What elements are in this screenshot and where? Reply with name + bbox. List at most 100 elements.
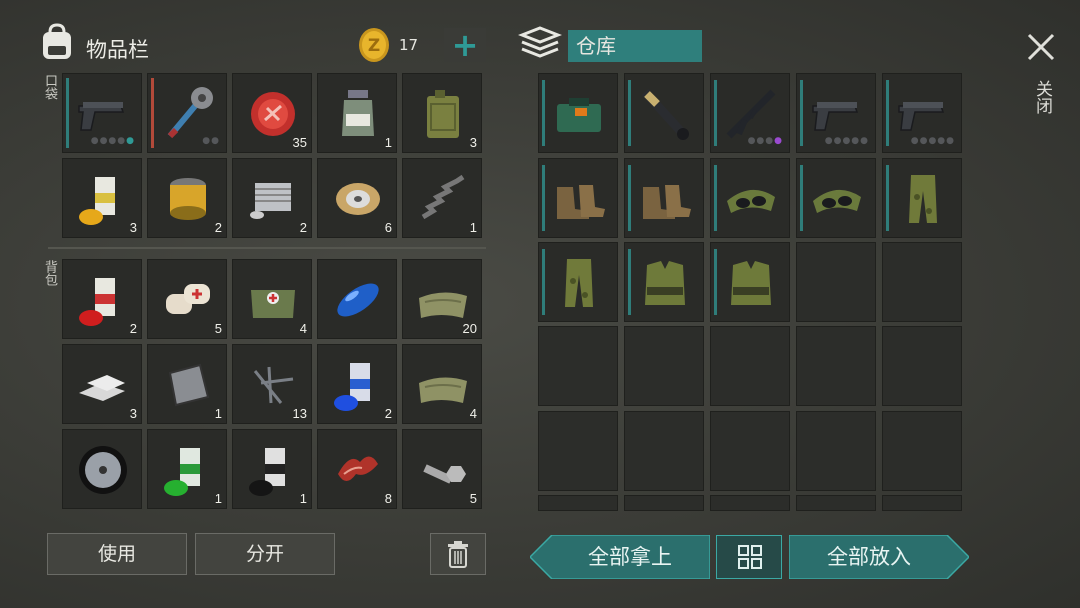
slot-assault-rifle[interactable]: ●●●● xyxy=(710,73,790,153)
item-count: 3 xyxy=(129,406,137,421)
slot-spray-paint-red[interactable]: 2 xyxy=(62,259,142,339)
item-count: 3 xyxy=(129,220,137,235)
slot-pistol[interactable]: ●●●●● xyxy=(796,73,876,153)
slot-raw-meat[interactable]: 8 xyxy=(317,429,397,509)
storage-icon xyxy=(517,24,563,64)
slot-empty[interactable] xyxy=(882,326,962,406)
item-count: 1 xyxy=(299,491,307,506)
slot-empty[interactable] xyxy=(538,326,618,406)
slot-camo-vest[interactable] xyxy=(710,242,790,322)
slot-camo-pants[interactable] xyxy=(882,158,962,238)
slot-boots[interactable] xyxy=(624,158,704,238)
sort-button[interactable] xyxy=(716,535,782,579)
slot-medical-bag[interactable]: 4 xyxy=(232,259,312,339)
slot-explosive-case[interactable] xyxy=(538,73,618,153)
durability-bar xyxy=(628,80,631,146)
trash-button[interactable] xyxy=(430,533,486,575)
backpack-icon xyxy=(38,22,76,62)
slot-wire-spool[interactable]: 6 xyxy=(317,158,397,238)
slot-glass-jar[interactable]: 1 xyxy=(317,73,397,153)
item-count: 2 xyxy=(214,220,222,235)
slot-camo-cap-goggles[interactable] xyxy=(710,158,790,238)
slot-wheel[interactable] xyxy=(62,429,142,509)
slot-spray-paint-black[interactable]: 1 xyxy=(232,429,312,509)
slot-bottle-cap[interactable]: 35 xyxy=(232,73,312,153)
pocket-label: 口袋 xyxy=(42,74,57,100)
item-count: 5 xyxy=(214,321,222,336)
slot-empty[interactable] xyxy=(796,326,876,406)
durability-bar xyxy=(151,78,154,148)
slot-pistol[interactable]: ●●●●● xyxy=(62,73,142,153)
backpack-label: 背包 xyxy=(42,260,57,286)
durability-bar xyxy=(714,80,717,146)
spray-paint-red-icon xyxy=(79,278,115,326)
slot-pistol[interactable]: ●●●●● xyxy=(882,73,962,153)
slot-empty[interactable] xyxy=(538,411,618,491)
slot-bandage[interactable]: 5 xyxy=(147,259,227,339)
durability-bar xyxy=(886,165,889,231)
boots-icon xyxy=(643,185,691,219)
durability-bar xyxy=(66,78,69,148)
slot-metal-bars[interactable]: 3 xyxy=(62,344,142,424)
slot-empty[interactable] xyxy=(710,326,790,406)
slot-cloth[interactable]: 20 xyxy=(402,259,482,339)
use-button[interactable]: 使用 xyxy=(47,533,187,575)
slot-empty[interactable] xyxy=(882,495,962,511)
slot-spiked-club[interactable]: ●● xyxy=(147,73,227,153)
slot-camo-cap-goggles[interactable] xyxy=(796,158,876,238)
split-button[interactable]: 分开 xyxy=(195,533,335,575)
slot-empty[interactable] xyxy=(796,495,876,511)
slot-air-filter[interactable]: 2 xyxy=(147,158,227,238)
spray-paint-blue-icon xyxy=(334,363,370,411)
slot-spring[interactable]: 1 xyxy=(402,158,482,238)
wire-spool-icon xyxy=(336,183,380,215)
wheel-icon xyxy=(79,446,127,494)
boots-icon xyxy=(557,185,605,219)
durability-bar xyxy=(800,80,803,146)
item-count: 5 xyxy=(469,491,477,506)
close-label[interactable]: 关闭 xyxy=(1030,80,1055,114)
item-count: 20 xyxy=(462,321,477,336)
inventory-title: 物品栏 xyxy=(86,38,149,62)
slot-blue-fuel-tank[interactable] xyxy=(317,259,397,339)
slot-empty[interactable] xyxy=(796,411,876,491)
air-filter-icon xyxy=(170,178,206,220)
slot-engine-block[interactable]: 2 xyxy=(232,158,312,238)
item-count: 2 xyxy=(299,220,307,235)
slot-empty[interactable] xyxy=(710,411,790,491)
slot-cloth[interactable]: 4 xyxy=(402,344,482,424)
slot-spray-paint-blue[interactable]: 2 xyxy=(317,344,397,424)
add-coins-button[interactable]: + xyxy=(444,28,486,62)
upgrade-dots: ●●●●● xyxy=(910,136,955,146)
grenade-launcher-icon xyxy=(641,88,689,140)
take-all-button[interactable]: 全部拿上 xyxy=(530,535,710,579)
put-all-button[interactable]: 全部放入 xyxy=(789,535,969,579)
slot-grenade-launcher[interactable] xyxy=(624,73,704,153)
slot-jerrycan[interactable]: 3 xyxy=(402,73,482,153)
item-count: 4 xyxy=(469,406,477,421)
slot-nails[interactable]: 13 xyxy=(232,344,312,424)
item-count: 1 xyxy=(214,491,222,506)
item-count: 8 xyxy=(384,491,392,506)
slot-spray-paint-yellow[interactable]: 3 xyxy=(62,158,142,238)
slot-empty[interactable] xyxy=(538,495,618,511)
slot-empty[interactable] xyxy=(624,495,704,511)
upgrade-dots: ●●●●● xyxy=(90,136,135,146)
slot-camo-vest[interactable] xyxy=(624,242,704,322)
slot-empty[interactable] xyxy=(624,326,704,406)
close-icon[interactable] xyxy=(1024,30,1058,64)
slot-empty[interactable] xyxy=(710,495,790,511)
slot-metal-plate[interactable]: 1 xyxy=(147,344,227,424)
slot-empty[interactable] xyxy=(796,242,876,322)
slot-boots[interactable] xyxy=(538,158,618,238)
slot-bolt-nut[interactable]: 5 xyxy=(402,429,482,509)
slot-empty[interactable] xyxy=(624,411,704,491)
bandage-icon xyxy=(166,284,210,314)
slot-spray-paint-green[interactable]: 1 xyxy=(147,429,227,509)
slot-empty[interactable] xyxy=(882,242,962,322)
slot-empty[interactable] xyxy=(882,411,962,491)
bolt-nut-icon xyxy=(423,464,466,484)
slot-camo-pants[interactable] xyxy=(538,242,618,322)
durability-bar xyxy=(542,80,545,146)
item-count: 1 xyxy=(214,406,222,421)
